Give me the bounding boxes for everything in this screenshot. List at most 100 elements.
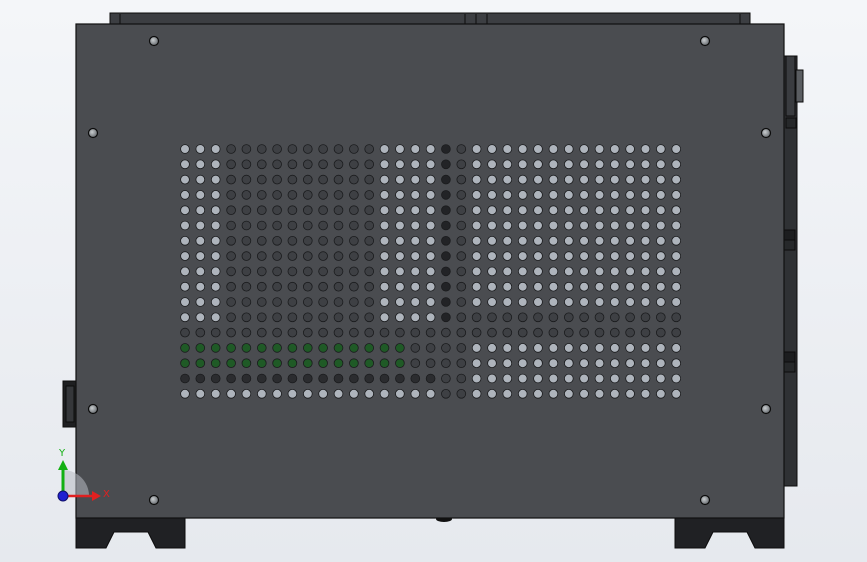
vent-hole	[256, 312, 267, 323]
vent-hole	[256, 373, 267, 384]
vent-hole	[180, 281, 190, 292]
vent-hole	[425, 190, 436, 200]
vent-hole	[379, 312, 390, 323]
vent-hole	[425, 343, 436, 353]
vent-hole	[502, 174, 513, 185]
vent-hole	[318, 281, 328, 292]
vent-hole	[349, 358, 359, 369]
vent-hole	[671, 159, 681, 170]
vent-hole	[241, 190, 252, 200]
vent-hole	[471, 312, 482, 323]
vent-hole	[548, 266, 559, 277]
vent-hole	[563, 220, 574, 231]
vent-hole	[533, 220, 543, 231]
vent-hole	[287, 312, 298, 323]
vent-hole	[241, 388, 252, 399]
vent-hole	[379, 220, 390, 231]
vent-hole	[517, 144, 528, 154]
vent-hole	[517, 388, 528, 399]
vent-hole	[594, 144, 605, 154]
vent-hole	[302, 358, 313, 369]
vent-hole	[517, 312, 528, 323]
vent-hole	[640, 190, 651, 200]
enclosure-model[interactable]	[62, 12, 804, 549]
vent-hole	[441, 190, 451, 200]
vent-hole	[333, 236, 344, 246]
vent-hole	[349, 251, 359, 261]
vent-hole	[502, 251, 513, 261]
vent-hole	[379, 236, 390, 246]
vent-hole	[456, 358, 467, 369]
vent-hole	[210, 144, 221, 154]
vent-hole	[471, 373, 482, 384]
vent-hole	[272, 220, 282, 231]
vent-hole	[256, 251, 267, 261]
screw	[87, 127, 99, 139]
vent-hole	[502, 266, 513, 277]
vent-hole	[594, 236, 605, 246]
vent-hole	[502, 358, 513, 369]
vent-hole	[226, 205, 236, 216]
vent-hole	[318, 205, 328, 216]
vent-hole	[487, 236, 497, 246]
vent-hole	[517, 266, 528, 277]
z-axis-dot	[57, 490, 69, 502]
vent-hole	[609, 388, 620, 399]
vent-hole	[410, 236, 421, 246]
vent-hole	[256, 358, 267, 369]
vent-hole	[241, 373, 252, 384]
vent-hole	[655, 297, 666, 307]
vent-hole	[425, 388, 436, 399]
vent-hole	[471, 388, 482, 399]
vent-hole	[609, 281, 620, 292]
vent-hole	[395, 174, 405, 185]
vent-hole	[395, 281, 405, 292]
vent-hole	[256, 297, 267, 307]
vent-hole	[533, 205, 543, 216]
vent-hole	[456, 297, 467, 307]
vent-hole	[210, 281, 221, 292]
vent-hole	[671, 373, 681, 384]
vent-hole	[272, 190, 282, 200]
vent-hole	[395, 297, 405, 307]
vent-hole	[471, 327, 482, 338]
vent-hole	[563, 190, 574, 200]
vent-hole	[671, 205, 681, 216]
vent-hole	[517, 327, 528, 338]
vent-hole	[609, 358, 620, 369]
vent-hole	[395, 236, 405, 246]
vent-hole	[349, 343, 359, 353]
vent-hole	[456, 373, 467, 384]
vent-hole	[548, 205, 559, 216]
vent-hole	[517, 297, 528, 307]
cad-viewport[interactable]: Y X	[0, 0, 867, 562]
vent-hole	[180, 174, 190, 185]
vent-hole	[548, 358, 559, 369]
vent-hole	[625, 159, 635, 170]
vent-hole	[395, 159, 405, 170]
vent-hole	[655, 236, 666, 246]
vent-hole	[395, 251, 405, 261]
vent-hole	[410, 266, 421, 277]
vent-hole	[180, 190, 190, 200]
vent-hole	[379, 343, 390, 353]
vent-hole	[425, 373, 436, 384]
vent-hole	[364, 144, 375, 154]
vent-hole	[333, 312, 344, 323]
vent-hole	[625, 297, 635, 307]
vent-hole	[655, 251, 666, 261]
vent-hole	[640, 358, 651, 369]
vent-hole	[241, 297, 252, 307]
vent-hole	[379, 174, 390, 185]
vent-hole	[210, 251, 221, 261]
vent-hole	[671, 343, 681, 353]
vent-hole	[425, 174, 436, 185]
vent-hole	[471, 358, 482, 369]
vent-hole	[333, 388, 344, 399]
vent-hole	[609, 327, 620, 338]
vent-hole	[333, 144, 344, 154]
vent-hole	[180, 266, 190, 277]
vent-hole	[548, 236, 559, 246]
vent-hole	[471, 205, 482, 216]
vent-hole	[640, 205, 651, 216]
